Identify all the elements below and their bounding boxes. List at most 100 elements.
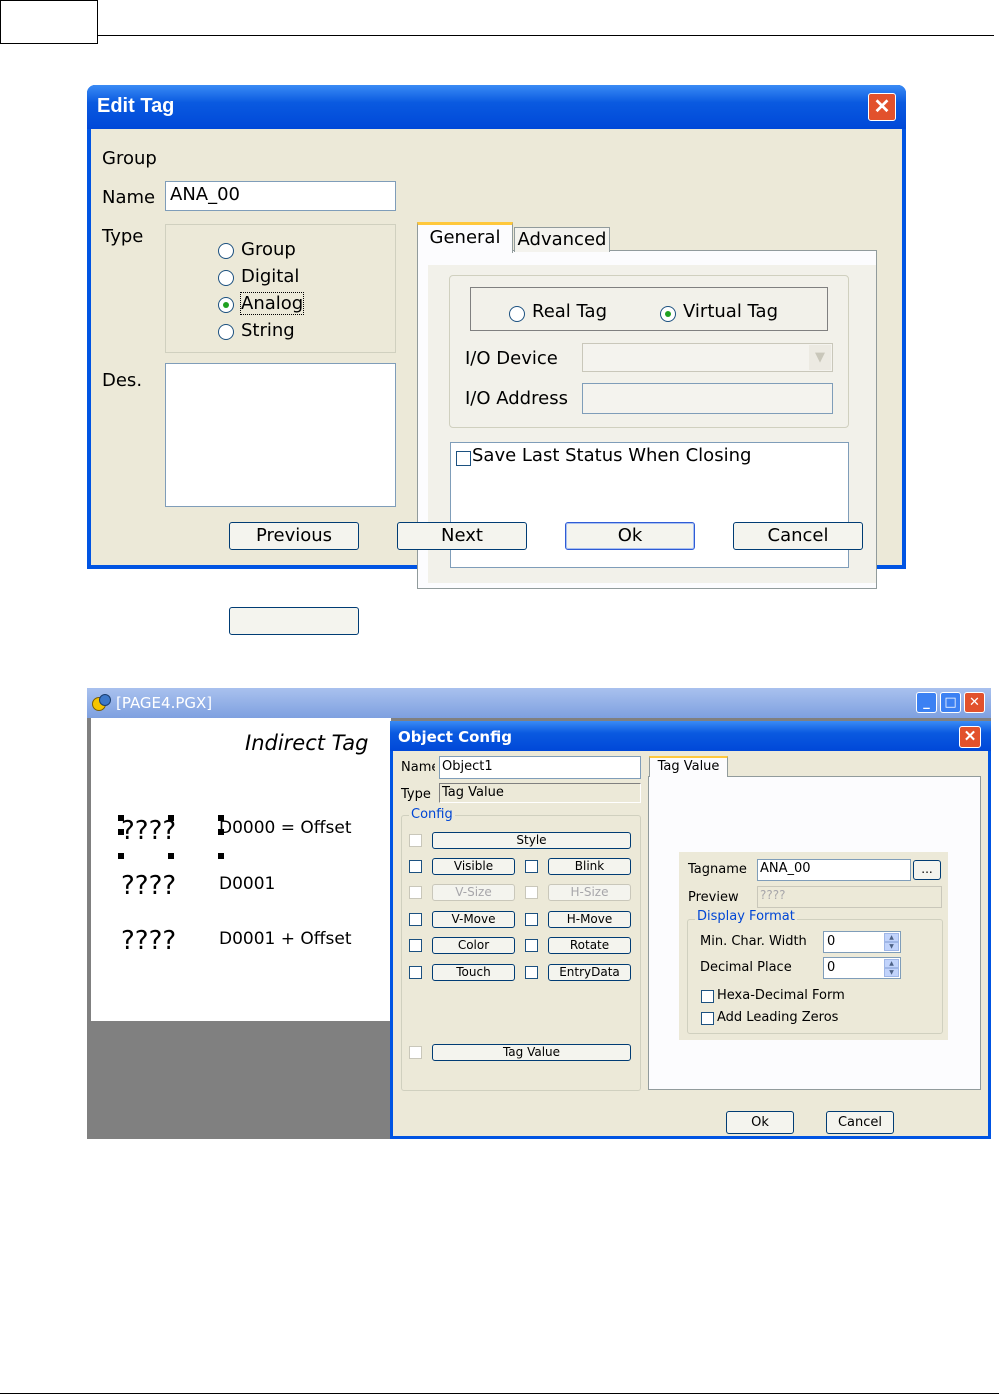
edit-tag-body: Group Name ANA_00 Type Group Digital Ana… [91,129,902,635]
selection-handle[interactable] [118,853,124,859]
tag-value-object-2[interactable]: ???? [121,871,176,901]
tagname-input[interactable]: ANA_00 [757,859,911,881]
type-group-label: Group [241,239,296,260]
touch-button[interactable]: Touch [432,964,515,981]
previous-button[interactable] [229,607,359,635]
type-digital-label: Digital [241,266,300,287]
cancel-button[interactable]: Cancel [826,1111,894,1134]
tagvalue-checkbox[interactable] [409,1046,422,1059]
app-icon [92,694,111,711]
min-char-width-spinner[interactable]: 0 ▲ ▼ [823,931,901,953]
preview-field: ???? [757,886,942,908]
group-label: Group [102,148,157,169]
object-name-input[interactable]: Object1 [439,756,641,779]
ok-button[interactable]: Ok [726,1111,794,1134]
style-checkbox[interactable] [409,834,422,847]
vmove-button[interactable]: V-Move [432,911,515,928]
visible-button[interactable]: Visible [432,858,515,875]
virtual-tag-label: Virtual Tag [683,301,779,322]
hsize-button[interactable]: H-Size [548,884,631,901]
spin-up-icon[interactable]: ▲ [884,933,899,942]
minimize-icon[interactable]: _ [916,692,937,713]
selection-handle[interactable] [118,815,124,821]
chevron-down-icon[interactable]: ▼ [809,345,831,370]
ok-button[interactable]: Ok [565,522,695,550]
tab-general[interactable]: General [417,222,513,253]
hmove-button[interactable]: H-Move [548,911,631,928]
previous-button[interactable]: Previous [229,522,359,550]
hexa-decimal-checkbox[interactable] [701,990,714,1003]
selection-handle[interactable] [218,815,224,821]
page-window: [PAGE4.PGX] _ □ ✕ Indirect Tag ???? D000… [87,688,991,1139]
config-label: Config [409,807,455,822]
page-canvas[interactable]: Indirect Tag ???? D0000 = Offset ???? D0… [91,718,391,1021]
io-address-label: I/O Address [465,388,568,409]
min-char-width-label: Min. Char. Width [700,934,807,949]
leading-zeros-checkbox[interactable] [701,1012,714,1025]
real-tag-radio[interactable] [509,306,525,322]
description-textarea[interactable] [165,363,396,507]
tab-tag-value[interactable]: Tag Value [649,756,728,777]
selection-handle[interactable] [218,829,224,835]
selection-handle[interactable] [168,853,174,859]
tag-value-object-3[interactable]: ???? [121,926,176,956]
style-button[interactable]: Style [432,832,631,849]
virtual-tag-radio[interactable] [660,306,676,322]
color-checkbox[interactable] [409,939,422,952]
edit-tag-dialog: Edit Tag ✕ Group Name ANA_00 Type Group … [87,85,906,635]
io-device-select[interactable]: ▼ [582,343,833,372]
selection-handle[interactable] [168,815,174,821]
spin-down-icon[interactable]: ▼ [884,968,899,977]
page-footer-rule [0,1393,999,1394]
row-label-3: D0001 + Offset [219,929,352,949]
hmove-checkbox[interactable] [525,913,538,926]
hsize-checkbox[interactable] [525,886,538,899]
visible-checkbox[interactable] [409,860,422,873]
des-label: Des. [102,370,143,391]
spin-down-icon[interactable]: ▼ [884,942,899,951]
save-last-status-checkbox[interactable] [456,451,471,466]
tagname-value: ANA_00 [760,861,811,876]
type-analog-radio[interactable] [218,297,234,313]
type-group-radio[interactable] [218,243,234,259]
browse-button[interactable]: ... [913,860,941,880]
blink-checkbox[interactable] [525,860,538,873]
decimal-place-spinner[interactable]: 0 ▲ ▼ [823,957,901,979]
edit-tag-titlebar: Edit Tag ✕ [87,85,906,129]
rotate-checkbox[interactable] [525,939,538,952]
entrydata-button[interactable]: EntryData [548,964,631,981]
vsize-checkbox[interactable] [409,886,422,899]
vsize-button[interactable]: V-Size [432,884,515,901]
preview-label: Preview [688,890,739,905]
tagname-label: Tagname [688,862,747,877]
type-digital-radio[interactable] [218,270,234,286]
name-input[interactable]: ANA_00 [165,181,396,211]
object-name-value: Object1 [442,759,493,774]
canvas-title: Indirect Tag [245,731,369,755]
next-button[interactable]: Next [397,522,527,550]
io-address-input[interactable] [582,383,833,414]
maximize-icon[interactable]: □ [940,692,961,713]
spin-up-icon[interactable]: ▲ [884,959,899,968]
tab-advanced-label: Advanced [517,229,607,250]
selection-handle[interactable] [118,829,124,835]
close-icon[interactable]: ✕ [959,726,981,748]
tab-advanced[interactable]: Advanced [514,227,610,252]
rotate-button[interactable]: Rotate [548,937,631,954]
real-tag-label: Real Tag [532,301,607,322]
color-button[interactable]: Color [432,937,515,954]
type-label: Type [102,226,144,247]
selection-handle[interactable] [218,853,224,859]
cancel-button[interactable]: Cancel [733,522,863,550]
page-header-rule [98,35,994,36]
blink-button[interactable]: Blink [548,858,631,875]
tagvalue-button[interactable]: Tag Value [432,1044,631,1061]
name-input-value: ANA_00 [170,184,240,205]
vmove-checkbox[interactable] [409,913,422,926]
entrydata-checkbox[interactable] [525,966,538,979]
touch-checkbox[interactable] [409,966,422,979]
type-string-radio[interactable] [218,324,234,340]
object-config-dialog: Object Config ✕ Name Object1 Type Tag Va… [390,721,991,1139]
close-icon[interactable]: ✕ [868,93,896,121]
close-icon[interactable]: ✕ [964,692,985,713]
